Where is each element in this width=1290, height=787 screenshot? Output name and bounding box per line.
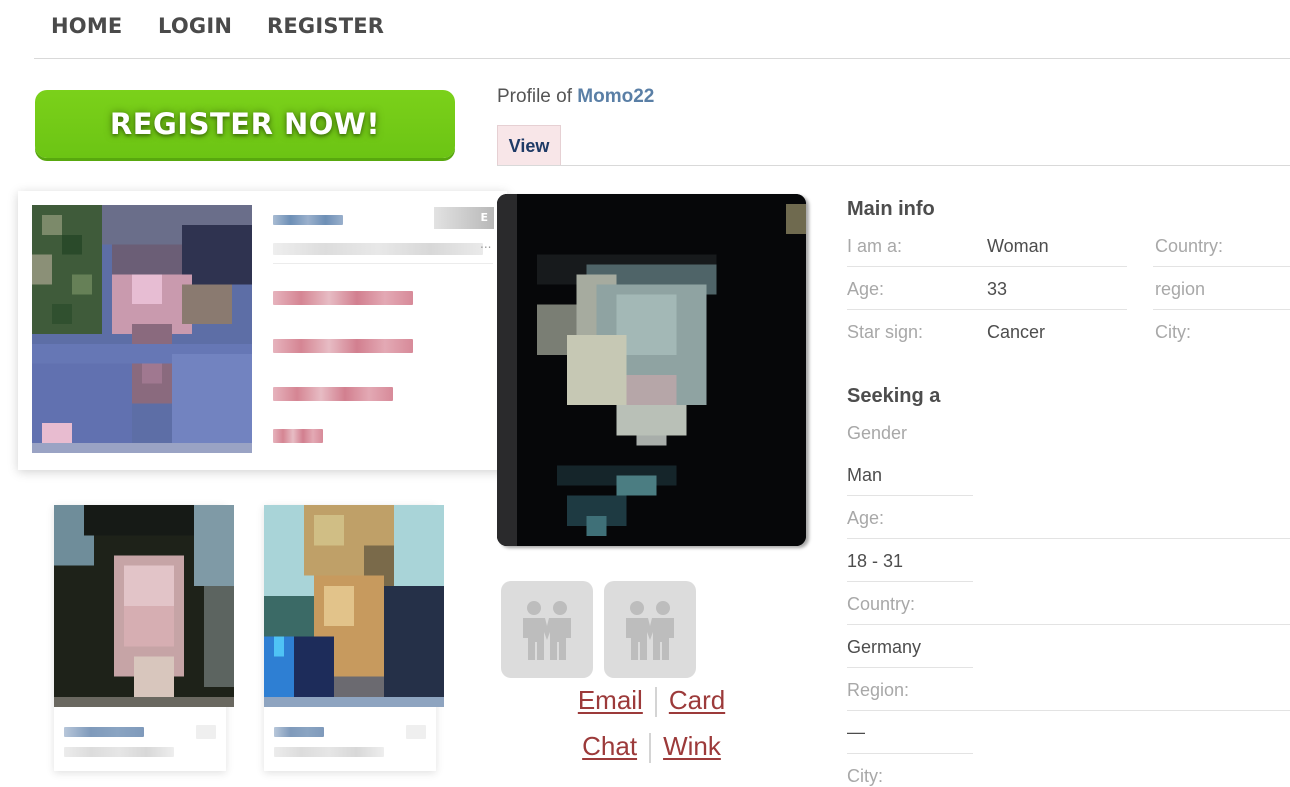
- row-divider: [847, 309, 1127, 310]
- seeking-age-label: Age:: [847, 508, 885, 528]
- member-card[interactable]: [54, 505, 234, 771]
- seeking-country-label: Country:: [847, 594, 916, 614]
- profile-title-prefix: Profile of: [497, 86, 572, 107]
- card-link[interactable]: Card: [669, 685, 725, 715]
- age-label: Age:: [847, 279, 885, 299]
- seeking-age-value: 18 - 31: [847, 551, 904, 571]
- profile-title: Profile of Momo22: [497, 86, 654, 108]
- row-divider: [847, 538, 1290, 539]
- featured-member-name[interactable]: [273, 215, 343, 225]
- featured-badge: E: [434, 207, 494, 229]
- email-link[interactable]: Email: [578, 685, 643, 715]
- seeking-gender-value: Man: [847, 465, 883, 485]
- wink-link[interactable]: Wink: [663, 731, 721, 761]
- row-divider: [847, 266, 1127, 267]
- member-name[interactable]: [274, 727, 324, 737]
- separator: [649, 733, 652, 764]
- seeking-gender-label: Gender: [847, 423, 908, 443]
- seeking-title: Seeking a: [847, 385, 941, 407]
- star-sign-value: Cancer: [987, 322, 1046, 342]
- row-divider: [847, 624, 1290, 625]
- age-value: 33: [987, 279, 1008, 299]
- member-summary: [64, 747, 174, 757]
- row-divider: [847, 495, 973, 496]
- chat-link[interactable]: Chat: [582, 731, 637, 761]
- star-sign-label: Star sign:: [847, 322, 924, 342]
- more-indicator: ...: [480, 237, 492, 251]
- contact-actions-row-2: Chat Wink: [497, 731, 806, 764]
- row-divider: [847, 667, 973, 668]
- row-divider: [847, 710, 1290, 711]
- row-divider: [847, 581, 973, 582]
- iam-value: Woman: [987, 236, 1049, 256]
- featured-link-1[interactable]: [273, 291, 413, 305]
- member-name[interactable]: [64, 727, 144, 737]
- featured-link-3[interactable]: [273, 387, 393, 401]
- country-label: Country:: [1155, 236, 1224, 256]
- featured-member-photo[interactable]: [32, 205, 252, 453]
- member-card[interactable]: [264, 505, 444, 771]
- member-tag: [196, 725, 216, 739]
- member-photo[interactable]: [264, 505, 444, 707]
- separator: [654, 687, 657, 718]
- seeking-region-label: Region:: [847, 680, 910, 700]
- couple-icon-button[interactable]: [501, 581, 593, 678]
- couple-icon: [626, 600, 674, 660]
- divider: [273, 263, 493, 264]
- main-info-title: Main info: [847, 198, 935, 220]
- profile-username[interactable]: Momo22: [577, 86, 654, 107]
- tab-divider: [497, 165, 1290, 166]
- top-nav: HOME LOGIN REGISTER: [34, 0, 1290, 59]
- tab-view[interactable]: View: [497, 125, 561, 165]
- nav-register-link[interactable]: REGISTER: [267, 14, 384, 38]
- nav-login-link[interactable]: LOGIN: [158, 14, 232, 38]
- couple-icon-button[interactable]: [604, 581, 696, 678]
- member-photo[interactable]: [54, 505, 234, 707]
- featured-member-summary: [273, 243, 483, 255]
- featured-member-card[interactable]: ... E: [18, 191, 507, 470]
- row-divider: [847, 753, 973, 754]
- seeking-country-value: Germany: [847, 637, 922, 657]
- region-label: region: [1155, 279, 1206, 299]
- row-divider: [1153, 266, 1290, 267]
- seeking-region-value: —: [847, 722, 865, 742]
- iam-label: I am a:: [847, 236, 903, 256]
- featured-link-4[interactable]: [273, 429, 323, 443]
- profile-main-photo[interactable]: [497, 194, 806, 546]
- contact-actions-row-1: Email Card: [497, 685, 806, 718]
- member-summary: [274, 747, 384, 757]
- register-now-button[interactable]: REGISTER NOW!: [35, 90, 455, 158]
- seeking-city-label: City:: [847, 766, 883, 786]
- row-divider: [1153, 309, 1290, 310]
- member-tag: [406, 725, 426, 739]
- couple-icon: [523, 600, 571, 660]
- featured-link-2[interactable]: [273, 339, 413, 353]
- nav-home-link[interactable]: HOME: [51, 14, 122, 38]
- city-label: City:: [1155, 322, 1191, 342]
